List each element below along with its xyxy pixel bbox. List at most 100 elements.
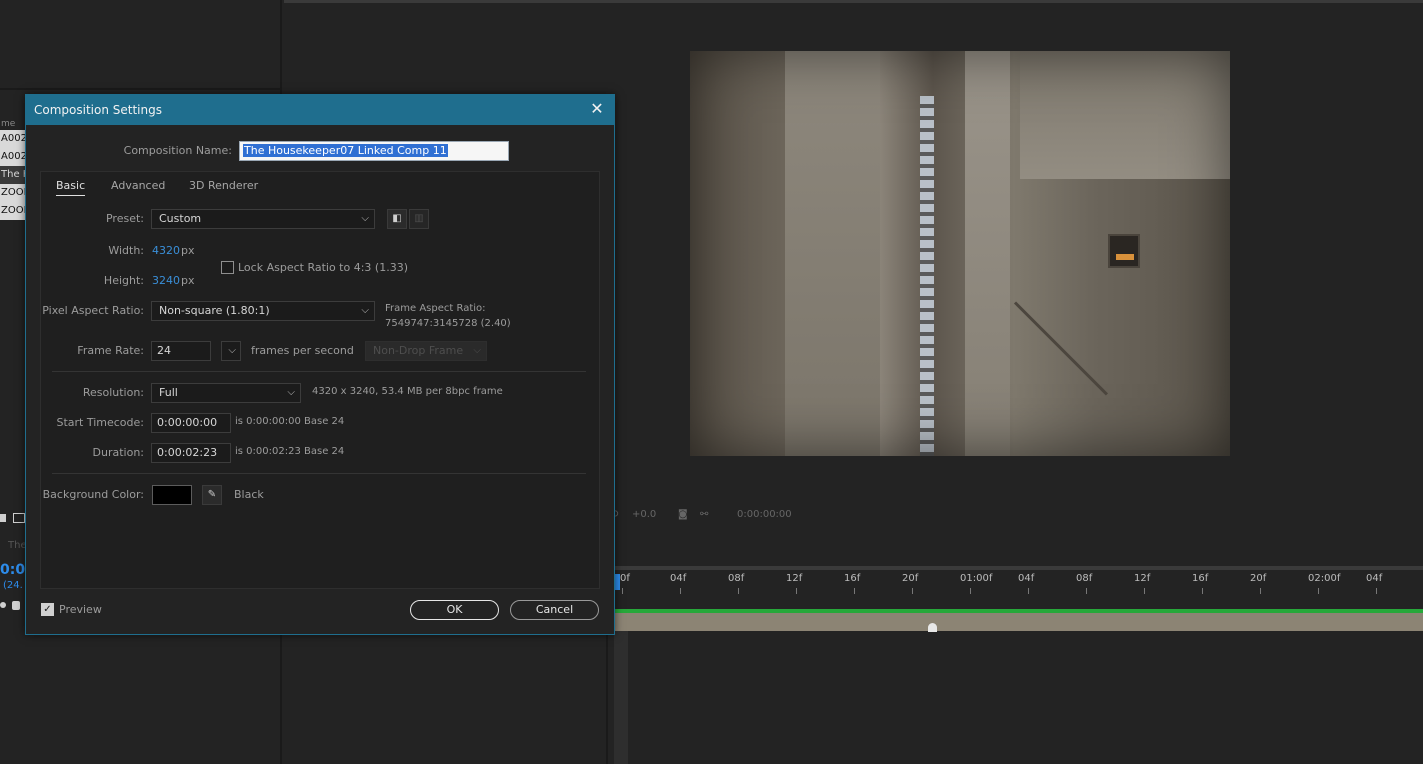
time-ruler-tick	[912, 588, 913, 594]
duration-info: is 0:00:02:23 Base 24	[235, 446, 345, 457]
list-item[interactable]: A002_	[0, 130, 26, 148]
composition-name-value: The Housekeeper07 Linked Comp 11	[243, 144, 448, 157]
list-item[interactable]: A002_	[0, 148, 26, 166]
composition-name-label: Composition Name:	[123, 144, 232, 157]
list-item[interactable]: ZOOM	[0, 184, 26, 202]
preview-checkbox[interactable]: ✓	[41, 603, 54, 616]
close-icon[interactable]: ✕	[588, 100, 606, 118]
time-ruler-tick-label: 12f	[1134, 573, 1151, 584]
start-timecode-info: is 0:00:00:00 Base 24	[235, 416, 345, 427]
composition-settings-dialog: Composition Settings ✕ Composition Name:…	[25, 94, 615, 635]
start-timecode-input[interactable]: 0:00:00:00	[151, 413, 231, 433]
time-ruler-tick	[622, 588, 623, 594]
time-ruler-tick-label: 16f	[1192, 573, 1209, 584]
preset-value: Custom	[159, 212, 202, 225]
ok-button[interactable]: OK	[410, 600, 499, 620]
time-ruler-tick-label: 04f	[1366, 573, 1383, 584]
timeline-left-strip	[614, 631, 628, 764]
time-ruler-tick	[1086, 588, 1087, 594]
tab-3d-renderer[interactable]: 3D Renderer	[189, 179, 258, 192]
composition-frame-image[interactable]	[690, 51, 1230, 456]
chevron-down-icon: ⌵	[228, 345, 236, 356]
time-ruler-tick-label: 0f	[620, 573, 630, 584]
time-ruler-tick	[970, 588, 971, 594]
time-ruler-tick-label: 04f	[1018, 573, 1035, 584]
exposure-value[interactable]: +0.0	[632, 509, 656, 520]
preset-select[interactable]: Custom ⌵	[151, 209, 375, 229]
left-top-panel	[0, 0, 280, 90]
camera-snapshot-icon[interactable]: ◙	[678, 509, 688, 520]
divider	[52, 473, 586, 474]
drop-frame-select: Non-Drop Frame ⌵	[365, 341, 487, 361]
frame-vignette	[690, 51, 1230, 456]
list-item[interactable]: The H	[0, 166, 26, 184]
frame-aspect-value: 7549747:3145728 (2.40)	[385, 318, 511, 329]
square-icon[interactable]	[0, 514, 6, 522]
resolution-label: Resolution:	[82, 386, 144, 399]
layer-switch-icons	[0, 600, 26, 612]
timeline-comp-label: The	[8, 540, 27, 551]
background-color-swatch[interactable]	[152, 485, 192, 505]
save-preset-icon[interactable]: ◧	[387, 209, 407, 229]
time-ruler-tick	[680, 588, 681, 594]
time-ruler-tick	[796, 588, 797, 594]
layer-duration-bar[interactable]	[614, 613, 1423, 631]
list-item[interactable]: ZOOM	[0, 202, 26, 220]
eye-icon[interactable]	[0, 602, 6, 608]
height-unit: px	[181, 274, 195, 287]
time-ruler-tick-label: 20f	[1250, 573, 1267, 584]
time-ruler-tick-label: 08f	[1076, 573, 1093, 584]
pixel-aspect-label: Pixel Aspect Ratio:	[42, 304, 144, 317]
chevron-down-icon: ⌵	[287, 387, 295, 398]
frame-aspect-label: Frame Aspect Ratio:	[385, 303, 486, 314]
composition-name-input[interactable]: The Housekeeper07 Linked Comp 11	[239, 141, 509, 161]
frame-rate-display: (24.	[3, 580, 23, 591]
chevron-down-icon: ⌵	[473, 345, 481, 356]
dialog-title-bar[interactable]: Composition Settings	[26, 95, 614, 125]
time-ruler-tick-label: 12f	[786, 573, 803, 584]
height-label: Height:	[103, 274, 144, 287]
eyedropper-icon[interactable]: ✎	[202, 485, 222, 505]
lock-aspect-checkbox[interactable]	[221, 261, 234, 274]
lock-icon[interactable]	[12, 601, 20, 610]
duration-input[interactable]: 0:00:02:23	[151, 443, 231, 463]
time-ruler-tick	[738, 588, 739, 594]
show-snapshot-icon[interactable]: ⚯	[700, 509, 708, 520]
drop-frame-value: Non-Drop Frame	[373, 344, 464, 357]
time-ruler-tick	[1028, 588, 1029, 594]
background-color-name: Black	[234, 488, 264, 501]
timeline-left-icons	[0, 512, 26, 524]
chevron-down-icon: ⌵	[361, 305, 369, 316]
time-ruler-tick	[1318, 588, 1319, 594]
tab-advanced[interactable]: Advanced	[111, 179, 165, 192]
after-effects-window: me A002_ A002_ The H ZOOM ZOOM The 0:0( …	[0, 0, 1423, 764]
divider	[52, 371, 586, 372]
resolution-select[interactable]: Full ⌵	[151, 383, 301, 403]
comp-icon[interactable]	[13, 513, 25, 523]
height-value[interactable]: 3240	[152, 274, 180, 287]
background-color-label: Background Color:	[42, 488, 144, 501]
duration-label: Duration:	[92, 446, 144, 459]
delete-preset-icon: ▥	[409, 209, 429, 229]
pixel-aspect-value: Non-square (1.80:1)	[159, 304, 270, 317]
preview-label: Preview	[59, 603, 102, 616]
pixel-aspect-select[interactable]: Non-square (1.80:1) ⌵	[151, 301, 375, 321]
keyframe-marker[interactable]	[928, 623, 937, 632]
tab-basic[interactable]: Basic	[56, 179, 86, 196]
frame-rate-input[interactable]: 24	[151, 341, 211, 361]
resolution-value: Full	[159, 386, 178, 399]
time-ruler-tick	[1376, 588, 1377, 594]
list-item[interactable]: me	[0, 118, 26, 130]
chevron-down-icon: ⌵	[361, 213, 369, 224]
preset-label: Preset:	[105, 212, 144, 225]
time-ruler-tick-label: 16f	[844, 573, 861, 584]
start-timecode-label: Start Timecode:	[56, 416, 144, 429]
cancel-button[interactable]: Cancel	[510, 600, 599, 620]
time-ruler-tick	[1144, 588, 1145, 594]
dialog-title: Composition Settings	[34, 103, 162, 117]
width-value[interactable]: 4320	[152, 244, 180, 257]
time-ruler-tick-label: 04f	[670, 573, 687, 584]
viewer-timecode[interactable]: 0:00:00:00	[737, 509, 792, 520]
frame-rate-dropdown[interactable]: ⌵	[221, 341, 241, 361]
viewer-toolbar: ⟲ +0.0 ◙ ⚯ 0:00:00:00	[608, 505, 1423, 527]
